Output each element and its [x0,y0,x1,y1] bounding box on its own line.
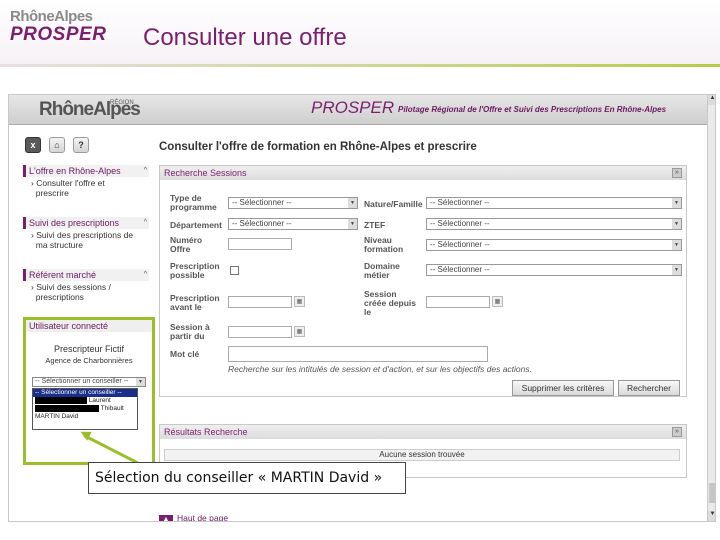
advisor-select[interactable]: -- Sélectionner un conseiller -- ▼ [32,377,146,387]
collapse-icon[interactable]: » [672,427,682,437]
prescription-avant-input[interactable] [228,296,292,308]
advisor-option[interactable]: Thibault [33,405,137,413]
nature-famille-label: Nature/Famille [364,199,423,209]
dropdown-arrow-icon[interactable]: ▼ [672,240,681,250]
slide-header: RhôneAlpes PROSPER Consulter une offre [0,0,720,67]
vertical-scrollbar[interactable]: ▲ ▼ [707,95,715,521]
sidebar-link-suivi[interactable]: › Suivi des prescriptions de ma structur… [23,230,149,250]
prescription-avant-label: Prescription avant le [170,293,220,312]
slide-logo-prosper: PROSPER [10,24,107,45]
sidebar-section-referent: Référent marché ^ › Suivi des sessions / … [23,269,149,302]
dropdown-arrow-icon[interactable]: ▼ [136,378,145,386]
nature-famille-select[interactable]: -- Sélectionner -- ▼ [426,197,682,209]
back-to-top-link[interactable]: ▲ Haut de page [159,513,228,521]
type-programme-select[interactable]: -- Sélectionner -- ▼ [228,197,358,209]
ztef-select[interactable]: -- Sélectionner -- ▼ [426,218,682,230]
page-title: Consulter l'offre de formation en Rhône-… [159,141,477,153]
departement-label: Département [170,220,222,230]
banner-prosper: PROSPER [311,98,395,117]
dropdown-arrow-icon[interactable]: ▼ [348,219,357,229]
prescription-possible-checkbox[interactable] [230,266,239,275]
redaction-bar [35,397,87,404]
sidebar-heading: Référent marché ^ [23,269,149,281]
user-agency: Agence de Charbonnières [45,356,133,365]
numero-offre-label: Numéro Offre [170,235,203,254]
advisor-option[interactable]: MARTIN David [33,413,137,421]
connected-user-panel: Utilisateur connecté Prescripteur Fictif… [23,317,155,465]
sidebar-section-offre: L'offre en Rhône-Alpes ^ › Consulter l'of… [23,165,149,198]
advisor-option[interactable]: Laurent [33,397,137,405]
dropdown-arrow-icon[interactable]: ▼ [348,198,357,208]
slide: RhôneAlpes PROSPER Consulter une offre R… [0,0,720,540]
close-icon[interactable]: x [25,137,41,153]
scroll-up-icon[interactable]: ▲ [708,95,715,105]
type-programme-label: Type de programme [170,193,217,212]
banner-logo-sup: RÉGION [110,100,134,106]
search-hint: Recherche sur les intitulés de session e… [228,364,532,374]
app-banner: RhôneAlpes RÉGION PROSPER Pilotage Régio… [9,95,709,125]
domaine-metier-label: Domaine métier [364,261,400,280]
session-creee-input[interactable] [426,296,490,308]
advisor-option[interactable]: -- Sélectionner un conseiller -- [33,389,137,397]
help-icon[interactable]: ? [73,137,89,153]
dropdown-arrow-icon[interactable]: ▼ [672,219,681,229]
home-icon[interactable]: ⌂ [49,137,65,153]
prescription-possible-label: Prescription possible [170,261,220,280]
collapse-icon[interactable]: ^ [144,165,147,177]
calendar-icon[interactable]: ▦ [294,326,305,337]
arrow-up-icon: ▲ [159,515,173,521]
scroll-down-icon[interactable]: ▼ [708,511,715,521]
results-panel-heading: Résultats Recherche» [160,425,686,439]
search-button[interactable]: Rechercher [618,380,680,396]
slide-title: Consulter une offre [143,24,347,51]
ztef-label: ZTEF [364,220,386,230]
slide-logo-region: RhôneAlpes [10,8,93,25]
clear-criteria-button[interactable]: Supprimer les critères [512,380,614,396]
niveau-formation-select[interactable]: -- Sélectionner -- ▼ [426,239,682,251]
domaine-metier-select[interactable]: -- Sélectionner -- ▼ [426,264,682,276]
calendar-icon[interactable]: ▦ [492,296,503,307]
mot-cle-label: Mot clé [170,349,200,359]
niveau-formation-label: Niveau formation [364,235,404,254]
scroll-thumb[interactable] [709,483,715,503]
departement-select[interactable]: -- Sélectionner -- ▼ [228,218,358,230]
redaction-bar [35,405,99,412]
sidebar-section-suivi: Suivi des prescriptions ^ › Suivi des pre… [23,217,149,250]
sidebar-link-sessions[interactable]: › Suivi des sessions / prescriptions [23,282,149,302]
advisor-options-list[interactable]: -- Sélectionner un conseiller -- Laurent… [32,388,138,430]
callout-caption: Sélection du conseiller « MARTIN David » [88,462,406,494]
search-panel: Recherche Sessions» Type de programme -- … [159,165,687,397]
sidebar-heading: L'offre en Rhône-Alpes ^ [23,165,149,177]
sidebar-heading: Suivi des prescriptions ^ [23,217,149,229]
sidebar-link-consulter[interactable]: › Consulter l'offre et prescrire [23,178,149,198]
numero-offre-input[interactable] [228,238,292,250]
banner-subtitle: Pilotage Régional de l'Offre et Suivi de… [398,105,667,114]
results-message: Aucune session trouvée [164,449,680,461]
calendar-icon[interactable]: ▦ [294,296,305,307]
mot-cle-input[interactable] [228,346,488,362]
session-creee-label: Session créée depuis le [364,289,416,317]
dropdown-arrow-icon[interactable]: ▼ [672,265,681,275]
search-panel-heading: Recherche Sessions» [160,166,686,180]
header-divider [0,64,720,67]
collapse-icon[interactable]: ^ [144,269,147,281]
app-window: RhôneAlpes RÉGION PROSPER Pilotage Régio… [8,94,716,522]
session-partir-input[interactable] [228,326,292,338]
user-name: Prescripteur Fictif [53,344,124,354]
session-partir-label: Session à partir du [170,322,210,341]
collapse-icon[interactable]: » [672,168,682,178]
dropdown-arrow-icon[interactable]: ▼ [672,198,681,208]
user-panel-heading: Utilisateur connecté [26,320,152,332]
collapse-icon[interactable]: ^ [144,217,147,229]
